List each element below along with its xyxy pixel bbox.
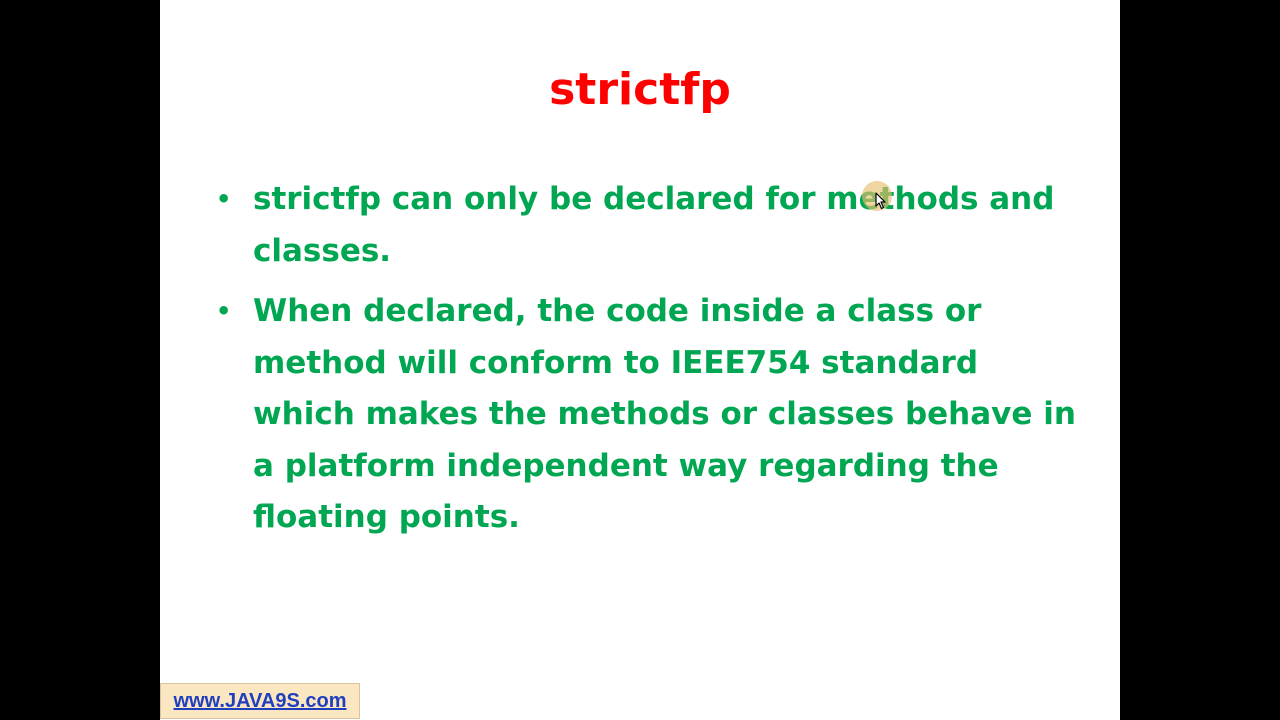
bullet-marker: • <box>216 297 232 325</box>
mouse-pointer-icon <box>862 181 892 211</box>
bullet-marker: • <box>216 185 232 213</box>
bullet-list: • strictfp can only be declared for meth… <box>216 174 1076 553</box>
bullet-item: • When declared, the code inside a class… <box>216 286 1076 544</box>
website-watermark[interactable]: www.JAVA9S.com <box>160 683 360 719</box>
arrow-cursor-icon <box>875 192 886 210</box>
video-frame: strictfp • strictfp can only be declared… <box>0 0 1280 720</box>
presentation-slide: strictfp • strictfp can only be declared… <box>160 0 1120 720</box>
slide-title: strictfp <box>549 64 731 115</box>
bullet-item: • strictfp can only be declared for meth… <box>216 174 1076 277</box>
bullet-text: strictfp can only be declared for method… <box>253 181 1055 269</box>
bullet-text: When declared, the code inside a class o… <box>253 293 1076 535</box>
website-link[interactable]: www.JAVA9S.com <box>173 690 346 713</box>
